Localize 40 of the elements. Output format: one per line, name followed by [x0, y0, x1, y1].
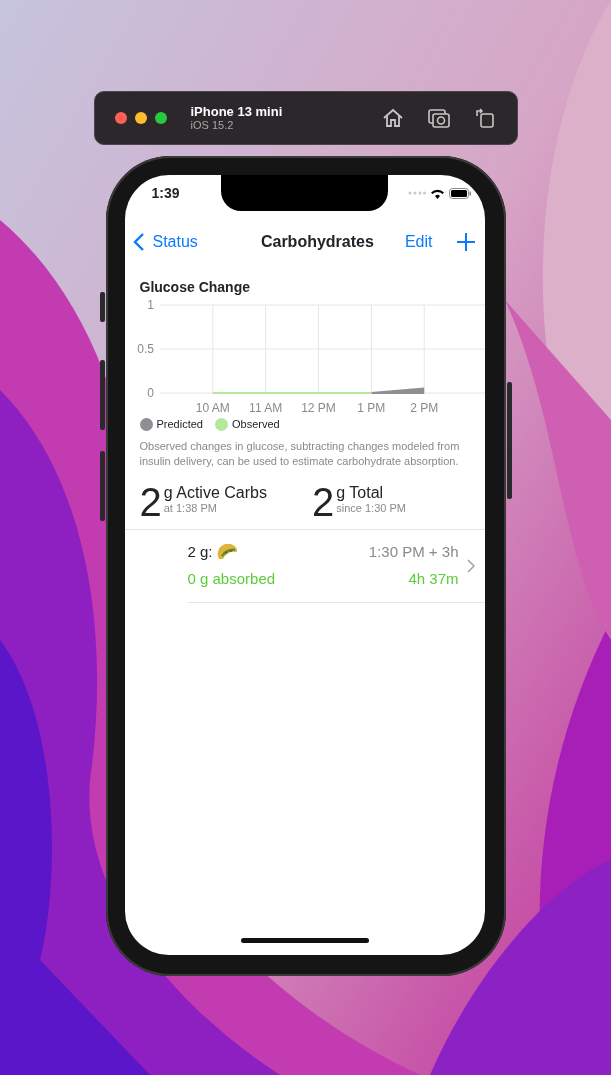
- summary-value: 2: [139, 483, 162, 526]
- summary-value: 2: [312, 483, 335, 526]
- device-name: iPhone 13 mini: [190, 104, 284, 119]
- axis-label: 0.5: [136, 342, 154, 356]
- minimize-button[interactable]: [134, 112, 147, 124]
- description-text: Observed changes in glucose, subtracting changes modeled from insulin delivery, can be used to estimate carbohydrate absorption.: [138, 438, 461, 469]
- nav-title: Carbohydrates: [259, 232, 375, 252]
- battery-icon: [448, 187, 471, 199]
- zoom-button[interactable]: [154, 112, 167, 124]
- summary-label: g Active Carbs: [163, 483, 267, 502]
- section-title: Glucose Change: [138, 278, 251, 297]
- axis-label: 11 AM: [248, 401, 282, 414]
- status-time: 1:39: [151, 183, 180, 203]
- os-version: iOS 15.2: [190, 119, 235, 132]
- chevron-right-icon: [466, 558, 475, 573]
- entry-time: 1:30 PM + 3h: [368, 542, 459, 562]
- axis-label: 2 PM: [409, 401, 438, 414]
- plus-icon[interactable]: [456, 233, 475, 251]
- signal-icon: [407, 191, 426, 195]
- axis-label: 1: [146, 298, 154, 312]
- axis-label: 10 AM: [195, 401, 230, 414]
- remaining-time: 4h 37m: [407, 568, 459, 589]
- axis-label: 1 PM: [356, 401, 385, 414]
- close-button[interactable]: [114, 112, 127, 124]
- summary-label: g Total: [336, 483, 385, 502]
- edit-button[interactable]: Edit: [404, 230, 433, 254]
- summary-caption: at 1:38 PM: [163, 501, 218, 514]
- back-button[interactable]: Status: [132, 230, 198, 254]
- axis-label: 12 PM: [300, 401, 336, 414]
- carb-entry-row[interactable]: 2 g: 0 g absorbed 1:30 PM + 3h 4h 37m: [187, 529, 485, 603]
- chevron-left-icon: [132, 232, 145, 252]
- camera-icon[interactable]: [426, 106, 451, 130]
- absorbed-text: 0 g absorbed: [187, 568, 277, 589]
- legend-label: Observed: [232, 417, 280, 432]
- carb-amount: 2 g:: [187, 542, 213, 562]
- wifi-icon: [429, 187, 445, 199]
- taco-icon: [216, 544, 239, 561]
- axis-label: 0: [146, 386, 154, 400]
- legend-label: Predicted: [156, 417, 203, 432]
- summary-caption: since 1:30 PM: [336, 501, 406, 514]
